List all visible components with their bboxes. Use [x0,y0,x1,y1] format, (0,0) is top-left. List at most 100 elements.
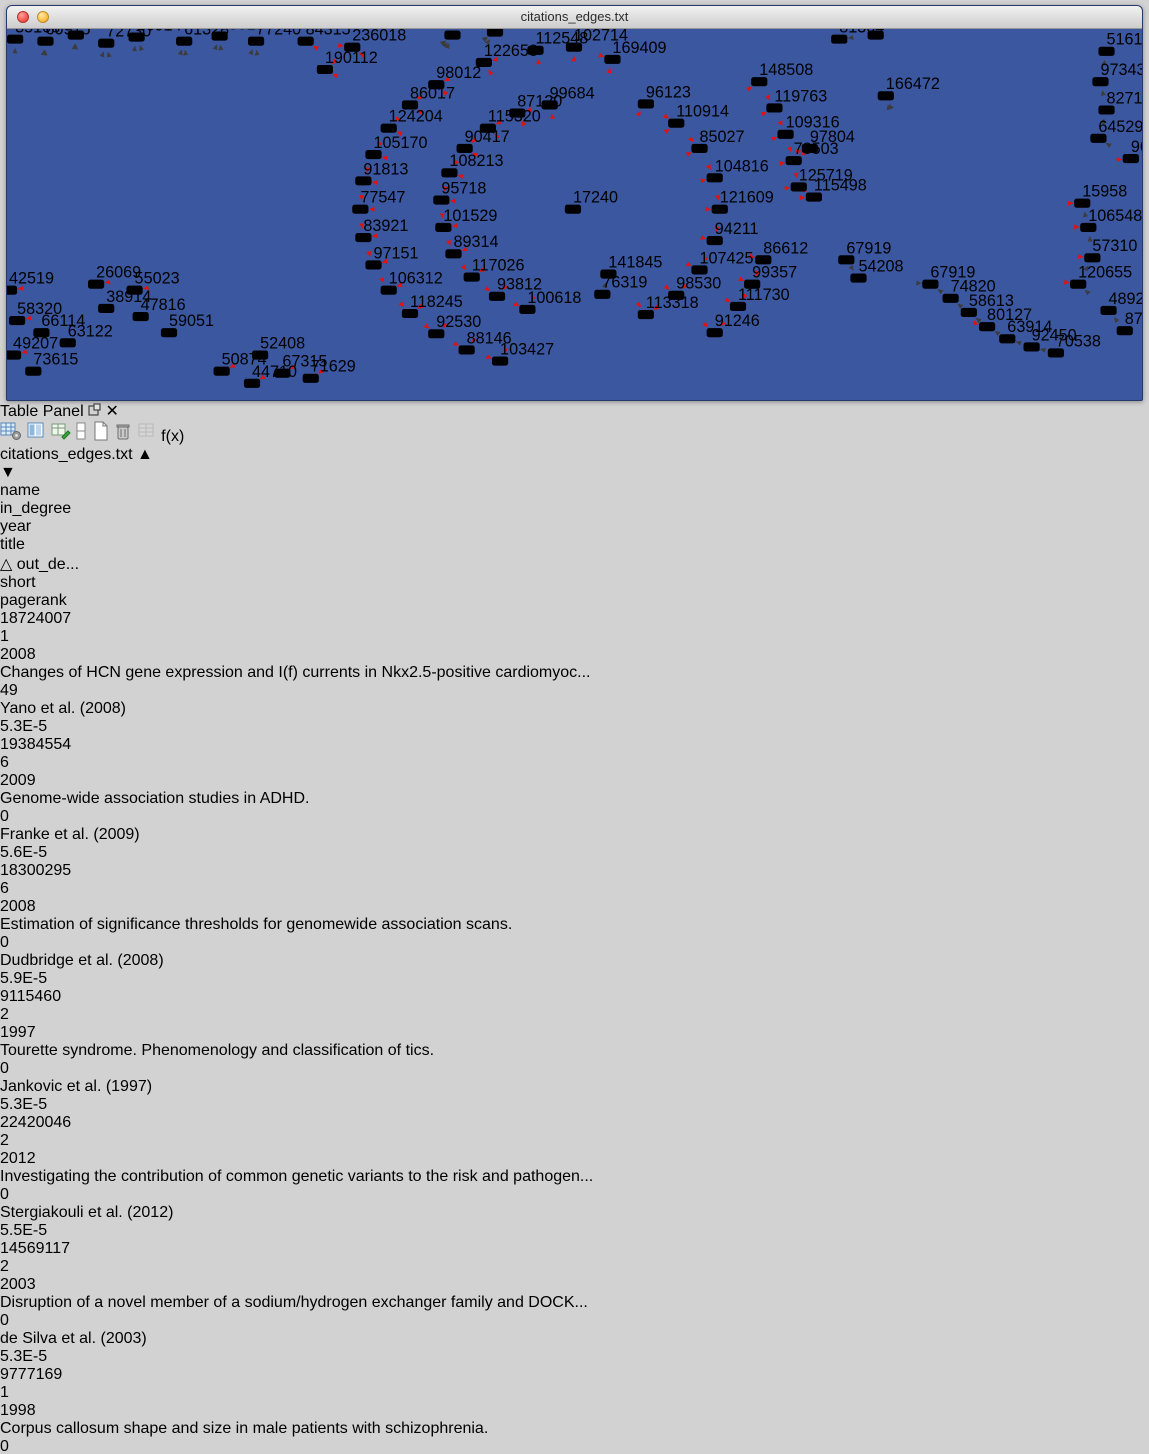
table-row[interactable]: 14569117 2 2003 Disruption of a novel me… [0,1240,1149,1366]
network-graph[interactable]: 1724011254812265898012860171242041051709… [7,29,1142,395]
graph-node[interactable]: 89314 [445,233,498,258]
graph-node[interactable]: 90417 [457,128,510,153]
graph-node[interactable]: 166472 [878,75,940,100]
graph-node[interactable]: 54208 [850,257,903,282]
graph-node[interactable]: 100618 [519,289,581,314]
graph-edge[interactable] [538,59,573,209]
float-panel-button[interactable] [88,403,105,420]
graph-node[interactable]: 169409 [604,39,666,64]
graph-node[interactable]: 91813 [355,160,408,185]
column-header-out-degree[interactable]: △ out_de... [0,554,1149,574]
table-row[interactable]: 19384554 6 2009 Genome-wide association … [0,736,1149,862]
graph-edge[interactable] [573,209,1079,227]
graph-node[interactable]: 101529 [435,207,497,232]
graph-node[interactable]: 121609 [712,189,774,214]
graph-node[interactable]: 124204 [381,108,443,133]
graph-node[interactable]: 122658 [476,42,538,67]
graph-edge[interactable] [257,50,283,373]
column-header-year[interactable]: year [0,518,1149,536]
graph-edge[interactable] [106,37,487,308]
graph-node[interactable]: 95718 [433,180,486,205]
network-selector-dropdown[interactable]: citations_edges.txt ▲▼ [0,446,1149,482]
graph-node[interactable]: 106548 [1080,207,1142,232]
table-row[interactable]: 9115460 2 1997 Tourette syndrome. Phenom… [0,988,1149,1114]
graph-node[interactable]: 86017 [402,84,455,109]
graph-node[interactable]: 83921 [355,217,408,242]
edit-table-button[interactable] [51,428,75,445]
graph-node[interactable]: 97343 [1092,61,1142,86]
graph-node[interactable]: 113318 [638,294,699,319]
graph-edge[interactable] [9,50,44,290]
graph-node[interactable]: 69218 [868,29,921,40]
graph-edge[interactable] [573,209,1069,283]
graph-node[interactable]: 119763 [766,87,827,112]
graph-edge[interactable] [13,48,15,355]
graph-node[interactable]: 103427 [492,341,554,366]
graph-node[interactable]: 95723 [487,29,540,37]
graph-node[interactable]: 15958 [1074,183,1127,208]
delete-table-button[interactable] [114,428,136,445]
graph-node[interactable]: 26069 [88,264,141,289]
window-titlebar[interactable]: citations_edges.txt [7,6,1142,29]
graph-node[interactable]: 86612 [755,239,808,264]
graph-node[interactable]: 85027 [691,128,744,153]
graph-node[interactable]: 115498 [806,176,867,201]
graph-node[interactable]: 76319 [594,274,647,299]
graph-node[interactable]: 106312 [381,270,443,295]
import-table-button[interactable] [137,428,161,445]
graph-node[interactable]: 71629 [303,358,356,383]
graph-node[interactable]: 84315 [298,29,351,46]
graph-node[interactable]: 96084 [1123,138,1142,163]
column-header-short[interactable]: short [0,574,1149,592]
table-row[interactable]: 18300295 6 2008 Estimation of significan… [0,862,1149,988]
graph-node[interactable]: 97151 [365,244,418,269]
graph-node[interactable]: 111730 [730,286,790,311]
graph-node[interactable]: 42519 [7,270,54,295]
close-panel-button[interactable]: ✕ [106,403,119,420]
graph-node[interactable]: 57310 [1084,237,1137,262]
graph-node[interactable]: 77240 [248,29,301,46]
table-row[interactable]: 18724007 1 2008 Changes of HCN gene expr… [0,610,1149,736]
graph-edge[interactable] [522,121,573,209]
graph-node[interactable]: 77547 [352,189,405,214]
graph-edge[interactable] [68,44,76,343]
column-header-pagerank[interactable]: pagerank [0,592,1149,610]
row-height-button[interactable] [75,428,91,445]
graph-edge[interactable] [573,56,574,209]
graph-edge[interactable] [135,45,217,290]
graph-node[interactable]: 108213 [441,152,503,177]
graph-edge[interactable] [96,46,135,284]
graph-node[interactable]: 104816 [707,157,769,182]
column-header-in-degree[interactable]: in_degree [0,500,1149,518]
graph-edge[interactable] [41,44,74,333]
column-header-title[interactable]: title [0,536,1149,554]
show-columns-button[interactable] [26,428,50,445]
graph-node[interactable]: 82714 [1098,89,1142,114]
graph-edge[interactable] [552,114,573,209]
new-table-button[interactable] [92,428,114,445]
graph-edge[interactable] [858,278,921,283]
graph-edge[interactable] [573,209,706,238]
graph-node[interactable]: 70538 [1048,332,1101,357]
graph-node[interactable]: 91246 [707,312,760,337]
column-settings-button[interactable] [0,428,26,445]
graph-node[interactable]: 17240 [565,189,618,214]
table-row[interactable]: 9777169 1 1998 Corpus callosum shape and… [0,1366,1149,1454]
graph-edge[interactable] [220,45,252,383]
graph-node[interactable]: 120655 [1070,264,1132,289]
graph-node[interactable]: 190112 [317,49,378,74]
graph-node[interactable]: 107425 [691,249,753,274]
function-builder-button[interactable]: f(x) [161,428,184,445]
graph-edge[interactable] [573,209,1083,257]
graph-node[interactable]: 55023 [126,270,179,295]
graph-node[interactable]: 105170 [365,134,427,159]
graph-node[interactable]: 56914 [128,29,181,42]
graph-node[interactable]: 63122 [60,322,113,347]
graph-node[interactable]: 87754 [1117,310,1142,335]
graph-node[interactable]: 59051 [161,312,214,337]
graph-node[interactable]: 110914 [668,103,729,128]
graph-node[interactable]: 51610 [1098,31,1142,56]
graph-node[interactable]: 94211 [707,220,759,245]
graph-edge[interactable] [573,203,1073,209]
table-row[interactable]: 22420046 2 2012 Investigating the contri… [0,1114,1149,1240]
